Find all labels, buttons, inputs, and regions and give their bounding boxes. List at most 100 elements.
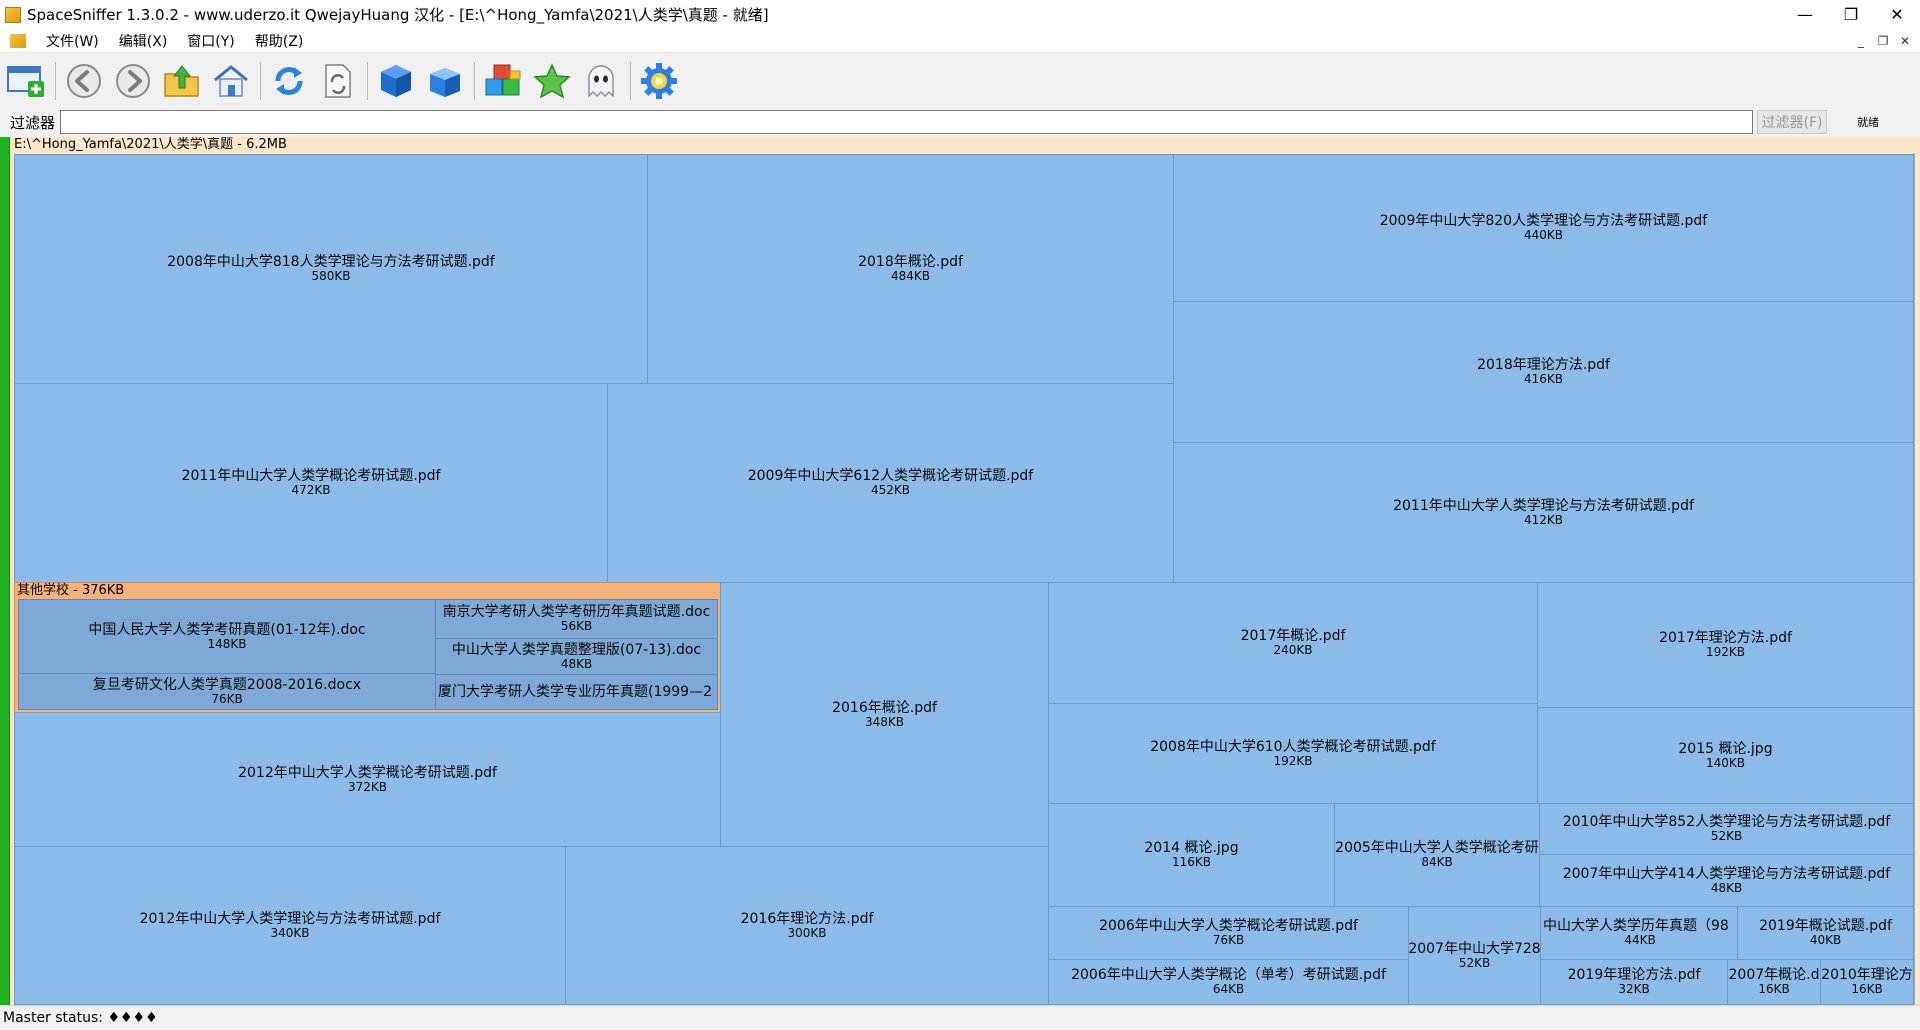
settings-button[interactable]	[637, 59, 681, 103]
file-tile[interactable]: 2017年理论方法.pdf 192KB	[1537, 582, 1914, 708]
file-tile[interactable]: 2006年中山大学人类学概论（单考）考研试题.pdf 64KB	[1048, 959, 1409, 1005]
file-tile[interactable]: 复旦考研文化人类学真题2008-2016.docx 76KB	[18, 673, 436, 710]
ghost-button[interactable]	[579, 59, 623, 103]
home-button[interactable]	[209, 59, 253, 103]
toolbar-separator	[260, 61, 261, 100]
file-tile[interactable]: 2007年中山大学414人类学理论与方法考研试题.pdf 48KB	[1539, 854, 1914, 907]
back-icon	[67, 63, 101, 98]
file-size: 16KB	[1851, 982, 1883, 996]
file-tile[interactable]: 2012年中山大学人类学概论考研试题.pdf 372KB	[14, 712, 721, 847]
toolbar-separator	[630, 61, 631, 100]
file-tile[interactable]: 2009年中山大学820人类学理论与方法考研试题.pdf 440KB	[1173, 154, 1914, 302]
mdi-app-icon[interactable]	[10, 33, 26, 48]
file-tile[interactable]: 2011年中山大学人类学概论考研试题.pdf 472KB	[14, 383, 608, 583]
up-folder-icon	[164, 64, 199, 97]
new-scan-icon	[7, 65, 44, 97]
file-tile[interactable]: 2007年中山大学728 52KB	[1408, 906, 1541, 1005]
file-name: 2009年中山大学612人类学概论考研试题.pdf	[747, 468, 1034, 484]
file-name: 2006年中山大学人类学概论考研试题.pdf	[1099, 918, 1358, 934]
maximize-button[interactable]: ❐	[1828, 0, 1874, 29]
file-name: 2007年概论.d	[1728, 967, 1820, 983]
close-button[interactable]: ✕	[1874, 0, 1920, 29]
new-scan-button[interactable]	[4, 59, 48, 103]
file-name: 2016年理论方法.pdf	[740, 910, 874, 927]
file-name: 2011年中山大学人类学概论考研试题.pdf	[181, 468, 441, 484]
file-size: 64KB	[1212, 982, 1245, 996]
menu-window[interactable]: 窗口(Y)	[177, 31, 244, 51]
file-size: 192KB	[1273, 753, 1313, 768]
menu-file[interactable]: 文件(W)	[36, 31, 109, 51]
title-bar: SpaceSniffer 1.3.0.2 - www.uderzo.it Qwe…	[0, 0, 1920, 29]
filter-input[interactable]	[60, 110, 1753, 134]
file-tile[interactable]: 中山大学人类学真题整理版(07-13).doc 48KB	[435, 638, 718, 675]
filter-button[interactable]: 过滤器(F)	[1757, 110, 1827, 134]
file-tile[interactable]: 2014 概论.jpg 116KB	[1048, 803, 1335, 907]
file-tile[interactable]: 2016年概论.pdf 348KB	[720, 582, 1049, 847]
file-tile[interactable]: 2015 概论.jpg 140KB	[1537, 707, 1914, 804]
scan-progress-bar	[0, 137, 10, 1005]
blue-box-open-button[interactable]	[423, 59, 467, 103]
file-size: 240KB	[1273, 643, 1313, 657]
file-size: 148KB	[207, 636, 247, 651]
file-name: 2007年中山大学414人类学理论与方法考研试题.pdf	[1562, 865, 1891, 882]
file-tile[interactable]: 2019年概论试题.pdf 40KB	[1737, 906, 1914, 960]
file-name: 复旦考研文化人类学真题2008-2016.docx	[92, 676, 362, 693]
file-size: 44KB	[1624, 933, 1656, 947]
mdi-controls: _ ❐ ✕	[1850, 29, 1916, 53]
file-size: 340KB	[270, 925, 310, 940]
file-size: 372KB	[347, 779, 387, 794]
file-tile[interactable]: 2016年理论方法.pdf 300KB	[565, 846, 1049, 1005]
refresh-icon	[275, 66, 303, 95]
mdi-restore-button[interactable]: ❐	[1872, 34, 1894, 48]
mdi-close-button[interactable]: ✕	[1894, 34, 1916, 48]
file-tile[interactable]: 南京大学考研人类学考研历年真题试题.doc 56KB	[435, 599, 718, 639]
cubes-button[interactable]	[481, 59, 525, 103]
refresh-page-icon	[325, 63, 351, 98]
file-name: 2018年理论方法.pdf	[1477, 357, 1610, 373]
file-name: 2012年中山大学人类学概论考研试题.pdf	[238, 764, 497, 781]
file-tile[interactable]: 2017年概论.pdf 240KB	[1048, 582, 1538, 704]
file-tile[interactable]: 2009年中山大学612人类学概论考研试题.pdf 452KB	[607, 383, 1174, 583]
ghost-icon	[588, 64, 614, 98]
file-tile[interactable]: 2010年理论方 16KB	[1820, 959, 1914, 1005]
refresh-page-button[interactable]	[316, 59, 360, 103]
file-size: 48KB	[560, 656, 593, 671]
forward-button[interactable]	[111, 59, 155, 103]
file-tile[interactable]: 2008年中山大学818人类学理论与方法考研试题.pdf 580KB	[14, 154, 648, 384]
file-tile[interactable]: 2018年概论.pdf 484KB	[647, 154, 1174, 384]
folder-label: 其他学校 - 376KB	[17, 583, 125, 598]
blue-box-button[interactable]	[374, 59, 418, 103]
file-size: 348KB	[864, 714, 904, 729]
file-tile[interactable]: 2018年理论方法.pdf 416KB	[1173, 301, 1914, 443]
window-controls: — ❐ ✕	[1782, 0, 1920, 29]
file-tile[interactable]: 2011年中山大学人类学理论与方法考研试题.pdf 412KB	[1173, 442, 1914, 583]
file-tile[interactable]: 2019年理论方法.pdf 32KB	[1540, 959, 1728, 1005]
menu-edit[interactable]: 编辑(X)	[109, 31, 178, 51]
file-tile[interactable]: 2005年中山大学人类学概论考研 84KB	[1334, 803, 1540, 907]
spacesniffer-window: SpaceSniffer 1.3.0.2 - www.uderzo.it Qwe…	[0, 0, 1920, 1030]
forward-icon	[116, 63, 150, 98]
menu-help[interactable]: 帮助(Z)	[245, 31, 314, 51]
file-name: 中山大学人类学真题整理版(07-13).doc	[451, 641, 702, 658]
file-size: 580KB	[311, 269, 351, 283]
back-button[interactable]	[62, 59, 106, 103]
root-folder-label[interactable]: E:\^Hong_Yamfa\2021\人类学\真题 - 6.2MB	[12, 137, 1914, 153]
file-name: 2016年概论.pdf	[832, 699, 937, 716]
refresh-button[interactable]	[267, 59, 311, 103]
file-tile[interactable]: 2010年中山大学852人类学理论与方法考研试题.pdf 52KB	[1539, 803, 1914, 855]
file-tile[interactable]: 2006年中山大学人类学概论考研试题.pdf 76KB	[1048, 906, 1409, 960]
star-button[interactable]	[530, 59, 574, 103]
file-tile[interactable]: 2007年概论.d 16KB	[1727, 959, 1821, 1005]
file-tile[interactable]: 2008年中山大学610人类学概论考研试题.pdf 192KB	[1048, 703, 1538, 804]
file-tile[interactable]: 2012年中山大学人类学理论与方法考研试题.pdf 340KB	[14, 846, 566, 1005]
file-tile[interactable]: 中山大学人类学历年真题（98 44KB	[1540, 906, 1738, 960]
treemap-view[interactable]: E:\^Hong_Yamfa\2021\人类学\真题 - 6.2MB 2008年…	[0, 137, 1920, 1005]
file-size: 300KB	[787, 925, 827, 940]
file-tile[interactable]: 厦门大学考研人类学专业历年真题(1999—2	[435, 674, 718, 710]
mdi-minimize-button[interactable]: _	[1850, 34, 1872, 48]
file-name: 2017年概论.pdf	[1240, 628, 1346, 644]
minimize-button[interactable]: —	[1782, 0, 1828, 29]
menu-bar: 文件(W) 编辑(X) 窗口(Y) 帮助(Z) _ ❐ ✕	[0, 29, 1920, 53]
file-tile[interactable]: 中国人民大学人类学考研真题(01-12年).doc 148KB	[18, 599, 436, 674]
up-folder-button[interactable]	[160, 59, 204, 103]
